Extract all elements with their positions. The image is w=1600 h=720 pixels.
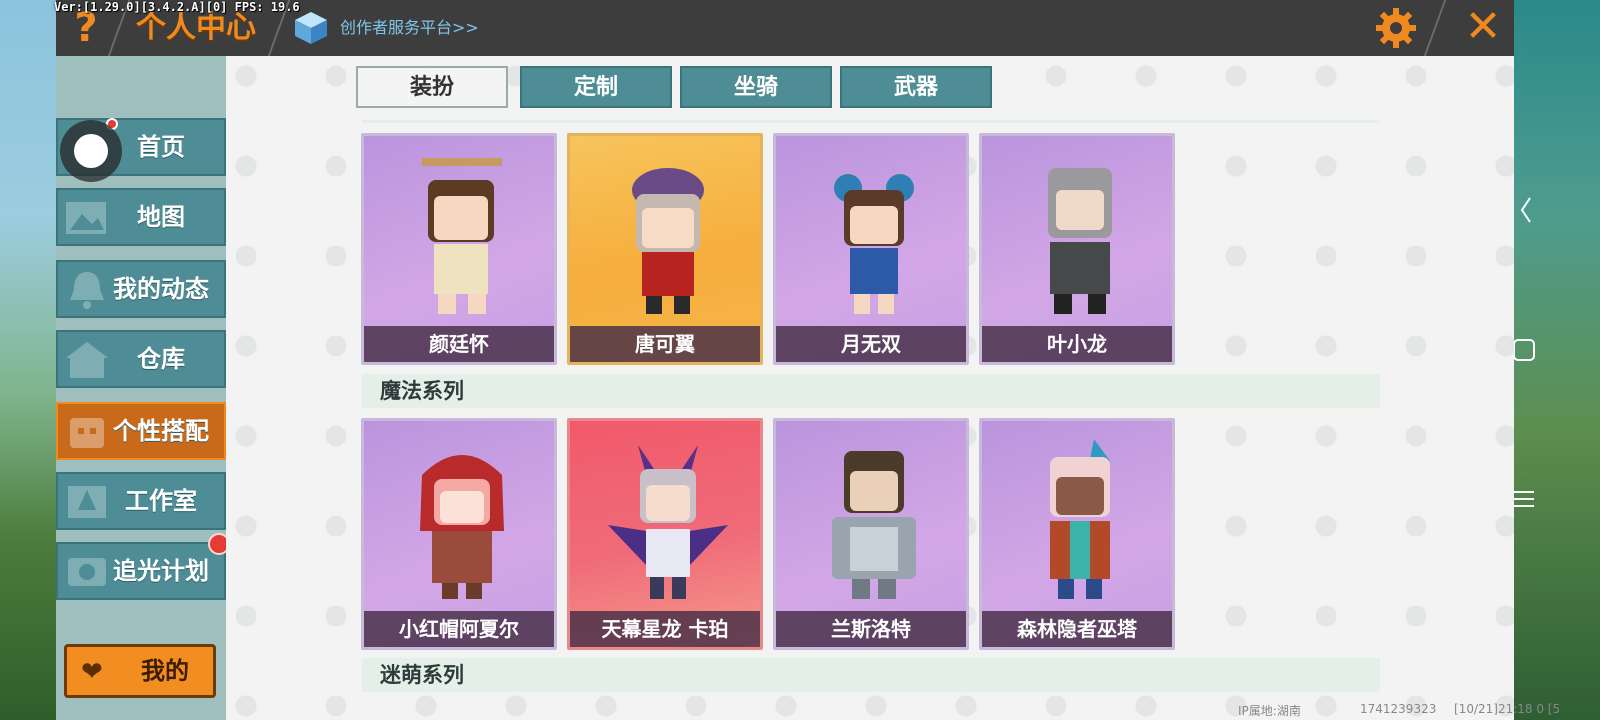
heart-icon: ❤ bbox=[81, 657, 103, 687]
character-figure bbox=[632, 168, 704, 314]
card-name-bar: 叶小龙 bbox=[982, 326, 1172, 362]
tab-custom[interactable]: 定制 bbox=[520, 66, 672, 108]
outfit-card[interactable]: 森林隐者巫塔 bbox=[979, 418, 1175, 650]
card-name-bar: 天幕星龙 卡珀 bbox=[570, 611, 760, 647]
creator-platform-link[interactable]: 创作者服务平台>> bbox=[340, 16, 479, 40]
character-figure bbox=[422, 158, 502, 314]
sidebar-item-label: 追光计划 bbox=[113, 557, 209, 585]
sidebar-item-label: 工作室 bbox=[125, 487, 197, 515]
sidebar-item-studio[interactable]: 工作室 bbox=[56, 472, 226, 530]
card-name-bar: 颜廷怀 bbox=[364, 326, 554, 362]
character-name: 天幕星龙 卡珀 bbox=[601, 617, 729, 641]
background-scene-left bbox=[0, 0, 56, 720]
ip-location: IP属地:湖南 bbox=[1238, 704, 1301, 718]
series-header: 迷萌系列 bbox=[362, 658, 1380, 692]
version-fps-overlay: Ver:[1.29.0][3.4.2.A][0] FPS: 19.6 bbox=[54, 0, 300, 14]
card-name-bar: 小红帽阿夏尔 bbox=[364, 611, 554, 647]
outfit-card[interactable]: 月无双 bbox=[773, 133, 969, 365]
outfit-card[interactable]: 小红帽阿夏尔 bbox=[361, 418, 557, 650]
back-icon[interactable] bbox=[1514, 190, 1600, 230]
outfit-card[interactable]: 天幕星龙 卡珀 bbox=[567, 418, 763, 650]
sidebar-item-outfit[interactable]: 个性搭配 bbox=[56, 402, 226, 460]
mine-button[interactable]: ❤ 我的 bbox=[64, 644, 216, 698]
character-figure bbox=[834, 174, 914, 314]
series-title: 迷萌系列 bbox=[380, 663, 464, 687]
gear-icon[interactable] bbox=[1374, 6, 1418, 50]
sidebar-item-map[interactable]: 地图 bbox=[56, 188, 226, 246]
mine-button-label: 我的 bbox=[141, 657, 189, 685]
character-name: 叶小龙 bbox=[1047, 332, 1107, 356]
sidebar-item-label: 仓库 bbox=[137, 345, 185, 373]
recent-apps-icon[interactable] bbox=[1514, 486, 1600, 516]
character-figure bbox=[608, 445, 728, 599]
sidebar-item-label: 地图 bbox=[137, 203, 185, 231]
character-name: 唐可翼 bbox=[635, 332, 695, 356]
sidebar-item-activity[interactable]: 我的动态 bbox=[56, 260, 226, 318]
character-name: 颜廷怀 bbox=[429, 332, 489, 356]
tab-outfit[interactable]: 装扮 bbox=[356, 66, 508, 108]
card-name-bar: 月无双 bbox=[776, 326, 966, 362]
assistive-touch-dot bbox=[74, 134, 108, 168]
header-divider bbox=[1423, 0, 1447, 56]
card-name-bar: 兰斯洛特 bbox=[776, 611, 966, 647]
outfit-card[interactable]: 叶小龙 bbox=[979, 133, 1175, 365]
android-nav-bar bbox=[1514, 0, 1600, 720]
user-id: 1741239323 bbox=[1360, 702, 1437, 716]
character-name: 小红帽阿夏尔 bbox=[399, 617, 519, 641]
outfit-card[interactable]: 兰斯洛特 bbox=[773, 418, 969, 650]
cube-icon bbox=[295, 12, 327, 44]
series-header: 魔法系列 bbox=[362, 374, 1380, 408]
sidebar-item-lightchase[interactable]: 追光计划 bbox=[56, 542, 226, 600]
close-icon[interactable]: ✕ bbox=[1460, 4, 1506, 50]
character-figure bbox=[832, 451, 916, 599]
section-divider bbox=[362, 120, 1380, 123]
sidebar-item-label: 个性搭配 bbox=[113, 417, 209, 445]
assistive-touch-button[interactable] bbox=[60, 120, 122, 182]
card-name-bar: 唐可翼 bbox=[570, 326, 760, 362]
character-figure bbox=[1048, 168, 1112, 314]
sidebar-item-label: 我的动态 bbox=[113, 275, 209, 303]
outfit-card[interactable]: 唐可翼 bbox=[567, 133, 763, 365]
home-nav-icon[interactable] bbox=[1514, 336, 1600, 368]
sidebar-item-warehouse[interactable]: 仓库 bbox=[56, 330, 226, 388]
series-title: 魔法系列 bbox=[380, 379, 464, 403]
tab-weapon[interactable]: 武器 bbox=[840, 66, 992, 108]
tab-mount[interactable]: 坐骑 bbox=[680, 66, 832, 108]
outfit-card[interactable]: 颜廷怀 bbox=[361, 133, 557, 365]
character-name: 森林隐者巫塔 bbox=[1017, 617, 1137, 641]
card-name-bar: 森林隐者巫塔 bbox=[982, 611, 1172, 647]
character-name: 兰斯洛特 bbox=[831, 617, 911, 641]
character-figure bbox=[1050, 439, 1110, 599]
character-name: 月无双 bbox=[841, 332, 901, 356]
character-figure bbox=[420, 455, 504, 599]
